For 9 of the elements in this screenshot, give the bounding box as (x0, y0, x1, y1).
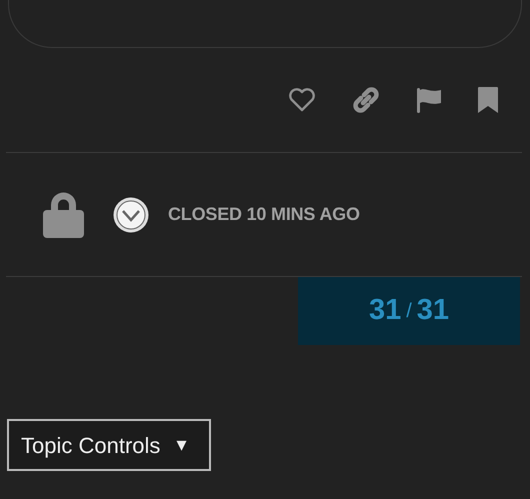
heart-icon[interactable] (288, 88, 316, 112)
topic-controls-button[interactable]: Topic Controls ▾ (7, 419, 211, 471)
closed-status-text: CLOSED 10 MINS AGO (168, 203, 360, 226)
bookmark-icon[interactable] (478, 87, 498, 113)
avatar-icon (113, 196, 149, 232)
progress-counter[interactable]: 31 / 31 (298, 277, 520, 345)
link-icon[interactable] (352, 86, 380, 114)
flag-icon[interactable] (416, 87, 442, 113)
lock-icon (43, 192, 84, 238)
